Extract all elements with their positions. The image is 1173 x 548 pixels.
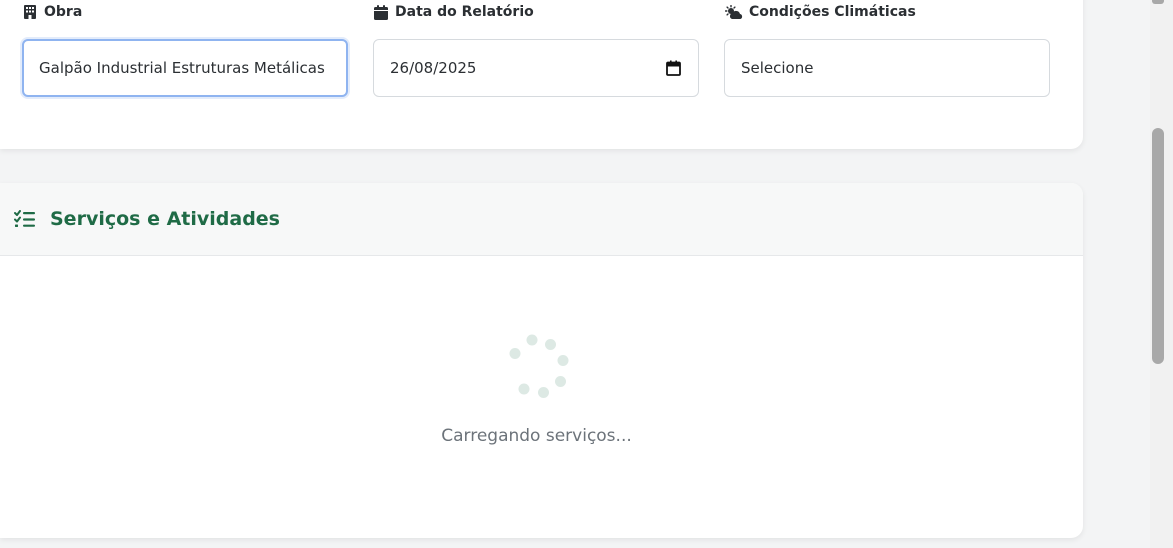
data-relatorio-field: Data do Relatório 26/08/2025 xyxy=(373,0,699,97)
cloud-sun-icon xyxy=(724,4,744,20)
obra-select[interactable]: Galpão Industrial Estruturas Metálicas xyxy=(22,39,348,97)
condicoes-value: Selecione xyxy=(741,59,814,77)
services-header: Serviços e Atividades xyxy=(0,183,1083,256)
condicoes-select[interactable]: Selecione xyxy=(724,39,1050,97)
calendar-icon xyxy=(373,4,389,20)
scrollbar-top-fragment xyxy=(1152,0,1164,4)
condicoes-label-row: Condições Climáticas xyxy=(724,0,1050,24)
loading-text: Carregando serviços... xyxy=(441,426,632,446)
data-relatorio-input[interactable]: 26/08/2025 xyxy=(373,39,699,97)
obra-label-row: Obra xyxy=(22,0,348,24)
services-title: Serviços e Atividades xyxy=(50,208,280,230)
obra-label: Obra xyxy=(44,4,83,20)
data-relatorio-label-row: Data do Relatório xyxy=(373,0,699,24)
condicoes-climaticas-field: Condições Climáticas Selecione xyxy=(724,0,1050,97)
task-list-icon xyxy=(14,210,36,228)
obra-field: Obra Galpão Industrial Estruturas Metáli… xyxy=(22,0,348,97)
condicoes-label: Condições Climáticas xyxy=(749,4,916,20)
data-relatorio-value: 26/08/2025 xyxy=(390,59,477,77)
date-picker-icon[interactable] xyxy=(666,60,682,76)
data-relatorio-label: Data do Relatório xyxy=(395,4,534,20)
loading-spinner-icon xyxy=(505,333,571,399)
services-card: Serviços e Atividades Carregando serviço… xyxy=(0,183,1083,538)
building-icon xyxy=(22,4,38,20)
page: Obra Galpão Industrial Estruturas Metáli… xyxy=(0,0,1173,548)
report-header-card: Obra Galpão Industrial Estruturas Metáli… xyxy=(0,0,1083,149)
obra-value: Galpão Industrial Estruturas Metálicas xyxy=(39,59,325,77)
scrollbar-thumb[interactable] xyxy=(1152,128,1164,364)
